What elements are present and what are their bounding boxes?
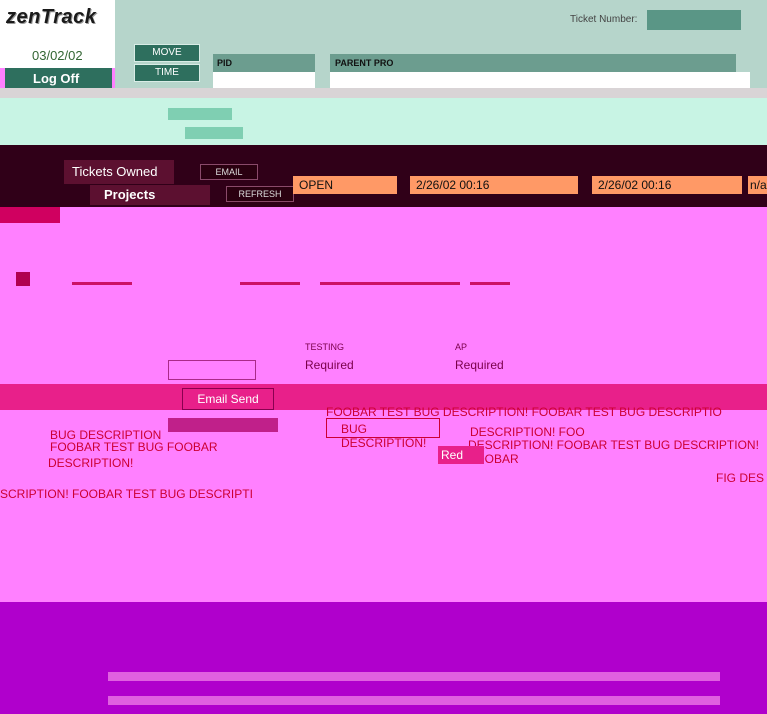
- testing-value: Required: [305, 358, 354, 372]
- marker-square: [16, 272, 30, 286]
- move-button[interactable]: MOVE: [134, 44, 200, 62]
- email-button[interactable]: EMAIL: [200, 164, 258, 180]
- description-line-9: FIG DES: [716, 471, 765, 485]
- ticket-number-label: Ticket Number:: [570, 14, 638, 25]
- approval-value: Required: [455, 358, 504, 372]
- footer-line: [108, 696, 720, 705]
- refresh-button[interactable]: REFRESH: [226, 186, 294, 202]
- logoff-button[interactable]: Log Off: [5, 68, 112, 90]
- description-line-5: FOOBAR TEST BUG FOOBAR: [50, 440, 218, 454]
- current-date: 03/02/02: [32, 48, 83, 63]
- projects-button[interactable]: Projects: [90, 185, 210, 205]
- description-box: BUG DESCRIPTION!: [326, 418, 440, 450]
- description-line-1: FOOBAR TEST BUG DESCRIPTION! FOOBAR TEST…: [326, 405, 722, 419]
- option-strip: [168, 418, 278, 432]
- description-line-7: BUG DESCRIPTION: [50, 428, 162, 442]
- date-box: 03/02/02: [0, 38, 115, 68]
- description-line-8: SCRIPTION! FOOBAR TEST BUG DESCRIPTI: [0, 487, 253, 501]
- parent-project-header: PARENT PRO: [330, 54, 736, 72]
- footer-line: [108, 672, 720, 681]
- red-label: Red: [438, 446, 484, 464]
- pid-header: PID: [213, 54, 315, 72]
- accent-block: [0, 207, 60, 223]
- description-line-2: BUG DESCRIPTION!: [341, 422, 427, 450]
- ticket-extra: n/a: [748, 176, 767, 194]
- ticket-number-input[interactable]: [647, 10, 741, 30]
- tickets-owned-button[interactable]: Tickets Owned: [64, 160, 174, 184]
- dash-line: [320, 282, 460, 285]
- description-line-6: DESCRIPTION!: [48, 456, 134, 470]
- filter-select[interactable]: [168, 360, 256, 380]
- ticket-created: 2/26/02 00:16: [410, 176, 578, 194]
- header-bar: Ticket Number:: [115, 0, 767, 38]
- logoff-label: Log Off: [33, 71, 80, 86]
- description-line-3: DESCRIPTION! FOO: [470, 425, 585, 439]
- ticket-status: OPEN: [293, 176, 397, 194]
- strip-mark: [168, 108, 232, 120]
- logo: zenTrack: [0, 0, 115, 38]
- testing-label: TESTING: [305, 342, 345, 352]
- email-send-button[interactable]: Email Send: [182, 388, 274, 410]
- gray-band: [0, 88, 767, 98]
- ticket-updated: 2/26/02 00:16: [592, 176, 742, 194]
- light-strip: [0, 90, 767, 145]
- logo-text: zenTrack: [6, 6, 97, 28]
- approval-label: AP: [455, 342, 468, 352]
- dash-line: [240, 282, 300, 285]
- time-button[interactable]: TIME: [134, 64, 200, 82]
- strip-mark: [185, 127, 243, 139]
- dash-line: [470, 282, 510, 285]
- description-line-4: DESCRIPTION! FOOBAR TEST BUG DESCRIPTION…: [468, 438, 759, 466]
- dash-line: [72, 282, 132, 285]
